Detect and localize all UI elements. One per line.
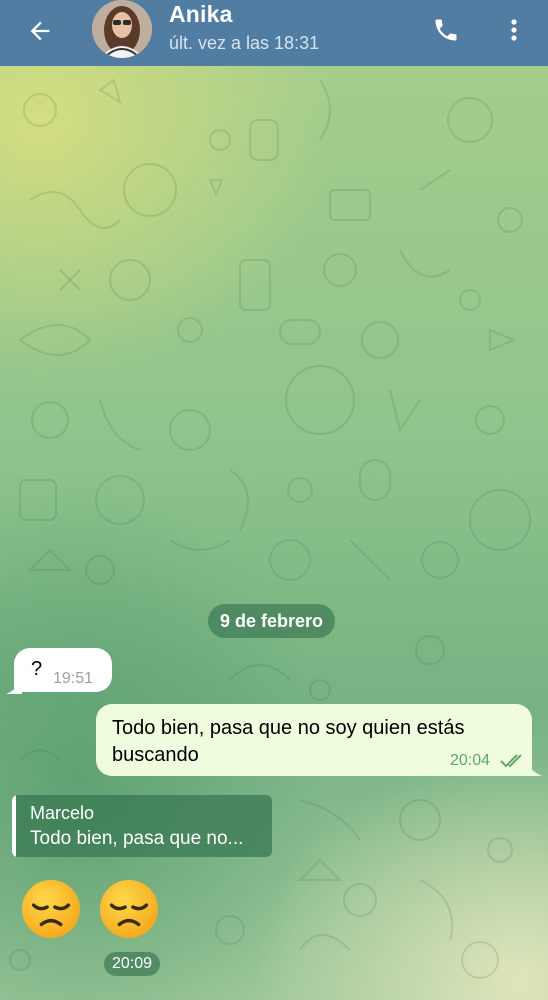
message-time: 20:04 <box>450 752 491 769</box>
back-button[interactable] <box>18 9 62 53</box>
reply-quote[interactable]: Marcelo Todo bien, pasa que no... <box>12 795 272 857</box>
reply-snippet: Todo bien, pasa que no... <box>30 828 244 849</box>
last-seen-status: últ. vez a las 18:31 <box>169 33 320 53</box>
disappointed-face-icon[interactable] <box>98 878 160 940</box>
double-check-icon <box>500 754 522 768</box>
reply-author: Marcelo <box>30 803 95 823</box>
contact-name[interactable]: Anika <box>169 1 233 28</box>
message-time: 20:09 <box>104 952 161 976</box>
phone-icon <box>435 19 457 41</box>
incoming-message[interactable]: ? 19:51 <box>14 648 112 692</box>
arrow-left-icon <box>30 21 50 41</box>
outgoing-message[interactable]: Todo bien, pasa que no soy quien estás b… <box>96 704 532 776</box>
outgoing-bubble-tail <box>526 762 542 776</box>
message-text: ? <box>31 658 43 680</box>
more-options-button[interactable] <box>492 8 536 52</box>
call-button[interactable] <box>424 8 468 52</box>
dots-vertical-icon <box>511 19 517 41</box>
date-separator: 9 de febrero <box>208 604 336 638</box>
disappointed-face-icon[interactable] <box>20 878 82 940</box>
message-time: 19:51 <box>53 670 94 687</box>
contact-avatar[interactable] <box>92 0 152 58</box>
chat-header: Anika últ. vez a las 18:31 <box>0 0 548 66</box>
reply-accent-bar <box>12 795 16 857</box>
